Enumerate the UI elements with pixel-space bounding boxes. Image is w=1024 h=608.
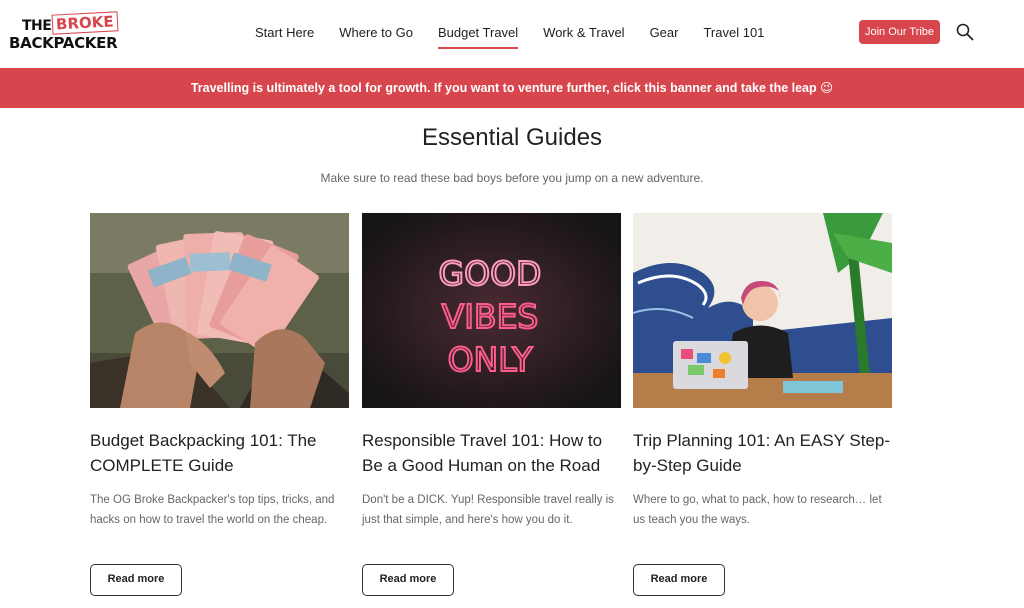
nav-item-travel-101[interactable]: Travel 101 xyxy=(703,24,764,44)
nav-item-budget-travel[interactable]: Budget Travel xyxy=(437,24,519,49)
guide-card: GOOD VIBES ONLY Responsible Travel 101: … xyxy=(362,213,621,596)
card-title[interactable]: Trip Planning 101: An EASY Step-by-Step … xyxy=(633,428,895,478)
guide-card: Trip Planning 101: An EASY Step-by-Step … xyxy=(633,213,892,596)
guide-card: Budget Backpacking 101: The COMPLETE Gui… xyxy=(90,213,349,596)
card-image-woman-laptop[interactable] xyxy=(633,213,892,408)
neon-word-good: GOOD xyxy=(439,254,542,293)
site-logo[interactable]: THE BROKE BACKPACKER xyxy=(9,11,119,53)
main-nav: Start Here Where to Go Budget Travel Wor… xyxy=(255,24,789,49)
nav-item-work-travel[interactable]: Work & Travel xyxy=(543,24,624,44)
card-image-neon-sign[interactable]: GOOD VIBES ONLY xyxy=(362,213,621,408)
card-description: Don't be a DICK. Yup! Responsible travel… xyxy=(362,494,614,526)
card-title[interactable]: Responsible Travel 101: How to Be a Good… xyxy=(362,428,624,478)
nav-item-start-here[interactable]: Start Here xyxy=(255,24,314,44)
card-title[interactable]: Budget Backpacking 101: The COMPLETE Gui… xyxy=(90,428,352,478)
card-description: Where to go, what to pack, how to resear… xyxy=(633,494,882,526)
site-header: THE BROKE BACKPACKER Start Here Where to… xyxy=(0,0,1024,68)
card-image-money[interactable] xyxy=(90,213,349,408)
join-our-tribe-button[interactable]: Join Our Tribe xyxy=(859,20,940,44)
read-more-button[interactable]: Read more xyxy=(362,564,454,596)
logo-text-backpacker: BACKPACKER xyxy=(9,34,118,52)
nav-item-gear[interactable]: Gear xyxy=(650,24,679,44)
logo-text-the: THE xyxy=(22,18,52,34)
card-description: The OG Broke Backpacker's top tips, tric… xyxy=(90,494,335,526)
neon-word-vibes: VIBES xyxy=(442,297,539,336)
search-icon[interactable] xyxy=(956,23,974,41)
read-more-button[interactable]: Read more xyxy=(90,564,182,596)
section-subtitle: Make sure to read these bad boys before … xyxy=(320,171,704,185)
logo-text-broke: BROKE xyxy=(51,11,119,35)
section-title: Essential Guides xyxy=(421,124,603,151)
nav-item-where-to-go[interactable]: Where to Go xyxy=(339,24,413,44)
neon-word-only: ONLY xyxy=(448,340,534,379)
promo-banner[interactable]: Travelling is ultimately a tool for grow… xyxy=(0,68,1024,108)
read-more-button[interactable]: Read more xyxy=(633,564,725,596)
